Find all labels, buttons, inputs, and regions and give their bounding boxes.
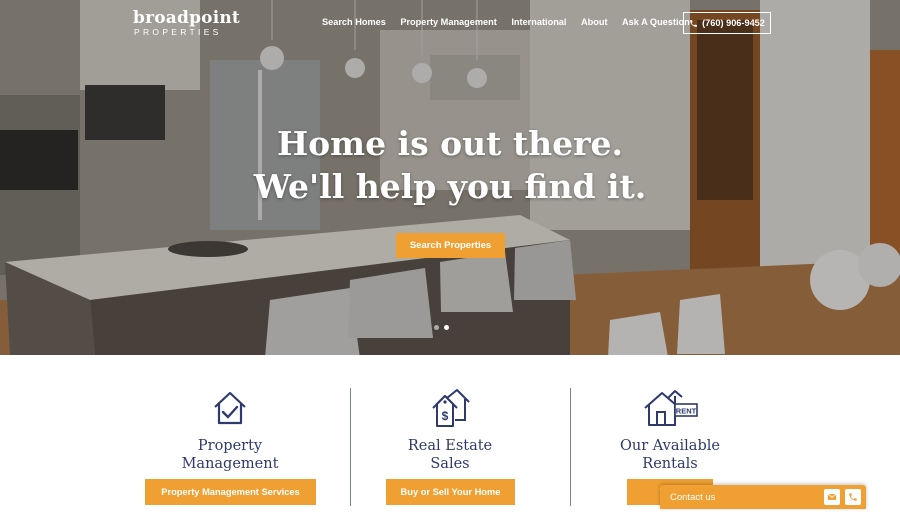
phone-number: (760) 906-9452 (702, 18, 765, 28)
contact-us-label: Contact us (670, 491, 716, 503)
svg-text:$: $ (442, 409, 449, 423)
search-properties-button[interactable]: Search Properties (396, 233, 505, 258)
buy-or-sell-your-home-button[interactable]: Buy or Sell Your Home (386, 479, 515, 505)
house-rent-sign-icon: RENT (644, 390, 698, 426)
nav-property-management[interactable]: Property Management (400, 17, 497, 27)
service-title: Real Estate Sales (340, 437, 560, 473)
service-title-line2: Rentals (642, 456, 698, 472)
service-title-line2: Management (181, 456, 279, 472)
phone-icon[interactable] (845, 489, 861, 505)
hero-headline-line1: Home is out there. (276, 124, 624, 163)
svg-text:RENT: RENT (676, 407, 697, 416)
service-title-line1: Real Estate (407, 438, 493, 454)
contact-us-widget[interactable]: Contact us (660, 485, 866, 509)
service-title: Our Available Rentals (560, 437, 780, 473)
price-tag-house-icon: $ (432, 389, 470, 427)
nav-search-homes[interactable]: Search Homes (322, 17, 386, 27)
service-title-line1: Our Available (620, 438, 720, 454)
nav-international[interactable]: International (511, 17, 566, 27)
nav-about[interactable]: About (581, 17, 608, 27)
logo-wordmark: broadpoint (133, 8, 240, 28)
slider-dots (434, 325, 449, 330)
nav-ask-a-question[interactable]: Ask A Question (622, 17, 690, 27)
hero-section: broadpoint PROPERTIES Search Homes Prope… (0, 0, 900, 355)
hero-headline: Home is out there. We'll help you find i… (0, 122, 900, 208)
service-title-line1: Property (197, 438, 263, 454)
phone-icon (690, 19, 697, 27)
service-title-line2: Sales (430, 456, 470, 472)
service-title: Property Management (120, 437, 340, 473)
slider-dot[interactable] (434, 325, 439, 330)
phone-button[interactable]: (760) 906-9452 (683, 12, 771, 34)
property-management-services-button[interactable]: Property Management Services (145, 479, 316, 505)
main-nav: Search Homes Property Management Interna… (322, 17, 704, 27)
hero-headline-line2: We'll help you find it. (253, 167, 647, 206)
site-logo[interactable]: broadpoint PROPERTIES (133, 9, 240, 37)
slider-dot-active[interactable] (444, 325, 449, 330)
email-icon[interactable] (824, 489, 840, 505)
house-check-icon (214, 391, 246, 425)
logo-tagline: PROPERTIES (134, 27, 222, 37)
